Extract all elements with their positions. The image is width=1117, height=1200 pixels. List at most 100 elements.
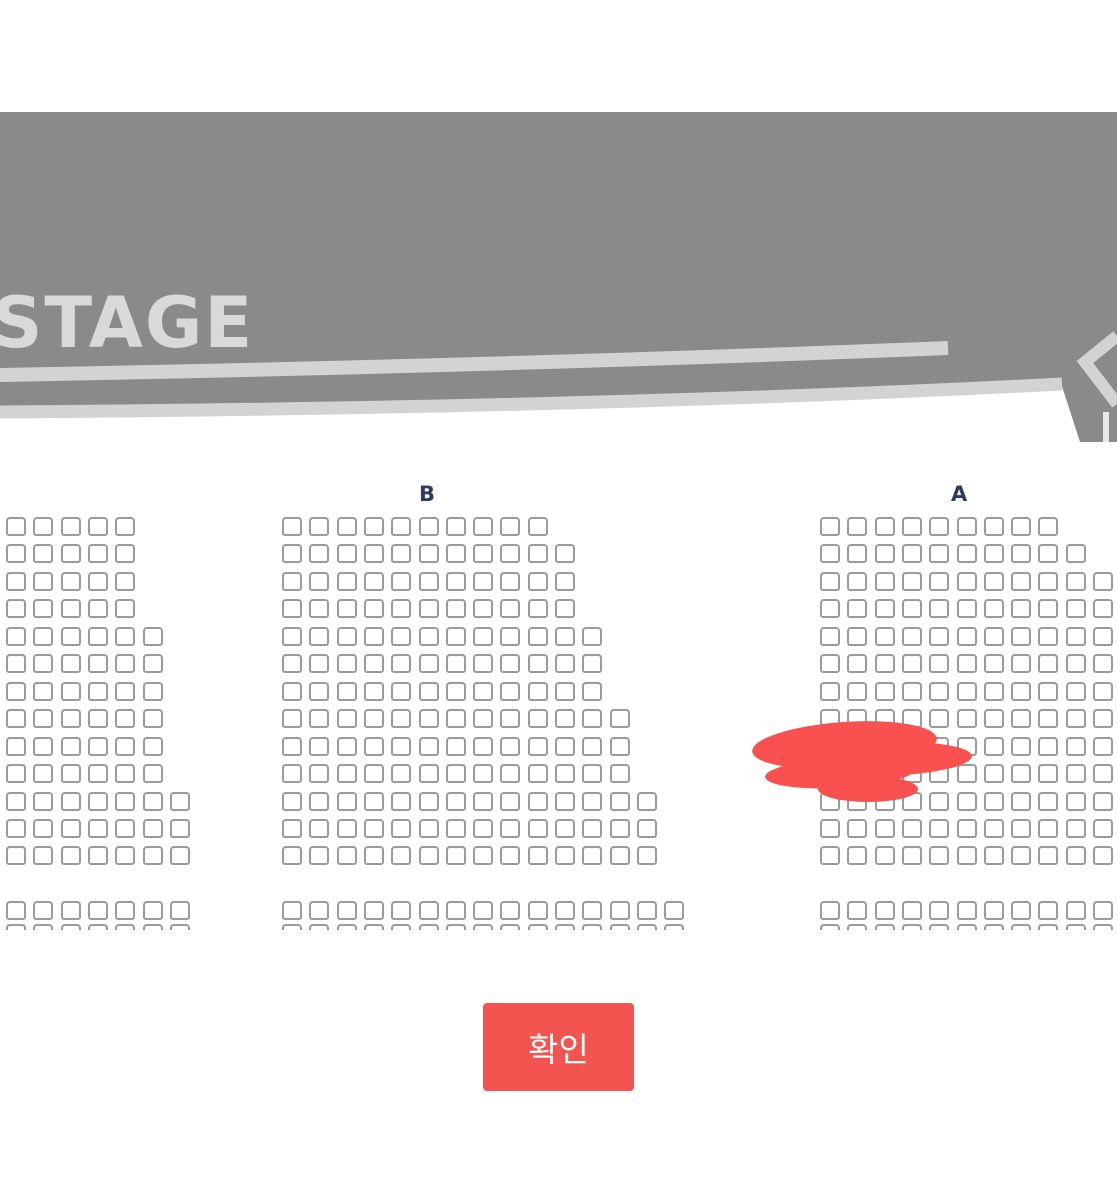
- seat[interactable]: [1038, 737, 1059, 756]
- seat[interactable]: [1011, 682, 1032, 701]
- seat[interactable]: [336, 901, 357, 920]
- seat[interactable]: [6, 599, 26, 618]
- seat[interactable]: [33, 924, 54, 930]
- seat[interactable]: [500, 792, 521, 811]
- seat[interactable]: [6, 924, 26, 930]
- seat[interactable]: [309, 572, 330, 591]
- seat[interactable]: [391, 544, 412, 563]
- seat[interactable]: [500, 901, 521, 920]
- seat[interactable]: [282, 737, 302, 756]
- seat[interactable]: [445, 901, 466, 920]
- seat[interactable]: [391, 627, 412, 646]
- seat[interactable]: [1011, 764, 1032, 783]
- seat[interactable]: [956, 572, 977, 591]
- seat[interactable]: [336, 709, 357, 728]
- seat[interactable]: [555, 901, 575, 920]
- seat[interactable]: [1093, 737, 1113, 756]
- seat[interactable]: [901, 846, 922, 865]
- seat[interactable]: [309, 737, 330, 756]
- seat[interactable]: [282, 901, 302, 920]
- seat[interactable]: [1011, 709, 1032, 728]
- seat[interactable]: [363, 792, 384, 811]
- seat[interactable]: [555, 627, 575, 646]
- seat[interactable]: [555, 682, 575, 701]
- seat[interactable]: [582, 682, 603, 701]
- seat[interactable]: [87, 924, 108, 930]
- seat[interactable]: [555, 924, 575, 930]
- seat[interactable]: [929, 924, 950, 930]
- seat[interactable]: [115, 517, 136, 536]
- seat[interactable]: [60, 654, 81, 673]
- seat[interactable]: [901, 654, 922, 673]
- seat[interactable]: [500, 627, 521, 646]
- seat[interactable]: [664, 924, 685, 930]
- seat[interactable]: [555, 764, 575, 783]
- seat[interactable]: [929, 544, 950, 563]
- seat[interactable]: [847, 599, 868, 618]
- seat[interactable]: [60, 572, 81, 591]
- seat[interactable]: [6, 654, 26, 673]
- seat[interactable]: [391, 709, 412, 728]
- seat[interactable]: [874, 654, 895, 673]
- seat[interactable]: [1038, 572, 1059, 591]
- seat[interactable]: [1011, 654, 1032, 673]
- seat[interactable]: [1038, 627, 1059, 646]
- seat[interactable]: [282, 517, 302, 536]
- seat[interactable]: [1065, 737, 1086, 756]
- seat[interactable]: [1065, 709, 1086, 728]
- seat[interactable]: [33, 709, 54, 728]
- seat[interactable]: [555, 792, 575, 811]
- seat[interactable]: [527, 654, 548, 673]
- seat[interactable]: [445, 654, 466, 673]
- seat[interactable]: [609, 924, 630, 930]
- seat[interactable]: [636, 846, 657, 865]
- seat[interactable]: [555, 572, 575, 591]
- seat[interactable]: [309, 901, 330, 920]
- seat[interactable]: [363, 599, 384, 618]
- seat[interactable]: [609, 901, 630, 920]
- seat[interactable]: [1038, 599, 1059, 618]
- seat[interactable]: [929, 709, 950, 728]
- seat[interactable]: [1065, 819, 1086, 838]
- seat[interactable]: [418, 764, 439, 783]
- seat[interactable]: [1011, 924, 1032, 930]
- seat[interactable]: [1038, 709, 1059, 728]
- seat[interactable]: [1093, 764, 1113, 783]
- seat[interactable]: [336, 846, 357, 865]
- seat[interactable]: [418, 819, 439, 838]
- seat[interactable]: [6, 572, 26, 591]
- seat[interactable]: [473, 792, 494, 811]
- seat[interactable]: [87, 709, 108, 728]
- seat[interactable]: [418, 627, 439, 646]
- seat[interactable]: [929, 846, 950, 865]
- seat[interactable]: [956, 682, 977, 701]
- seat[interactable]: [527, 572, 548, 591]
- seat[interactable]: [115, 654, 136, 673]
- seat[interactable]: [1093, 572, 1113, 591]
- seat[interactable]: [363, 709, 384, 728]
- seat[interactable]: [391, 517, 412, 536]
- seat[interactable]: [309, 709, 330, 728]
- seat[interactable]: [87, 654, 108, 673]
- seat[interactable]: [1038, 846, 1059, 865]
- seat[interactable]: [1011, 517, 1032, 536]
- seat[interactable]: [956, 846, 977, 865]
- seat[interactable]: [901, 572, 922, 591]
- seat[interactable]: [527, 709, 548, 728]
- seat[interactable]: [874, 924, 895, 930]
- seat[interactable]: [1065, 654, 1086, 673]
- seat[interactable]: [500, 572, 521, 591]
- seat[interactable]: [582, 709, 603, 728]
- seat[interactable]: [1093, 599, 1113, 618]
- seat[interactable]: [527, 682, 548, 701]
- seat[interactable]: [901, 819, 922, 838]
- seat[interactable]: [473, 517, 494, 536]
- seat[interactable]: [1065, 544, 1086, 563]
- seat[interactable]: [87, 599, 108, 618]
- seat[interactable]: [983, 627, 1004, 646]
- seat[interactable]: [555, 544, 575, 563]
- seat[interactable]: [445, 819, 466, 838]
- seat[interactable]: [500, 709, 521, 728]
- seat[interactable]: [636, 924, 657, 930]
- seat[interactable]: [956, 627, 977, 646]
